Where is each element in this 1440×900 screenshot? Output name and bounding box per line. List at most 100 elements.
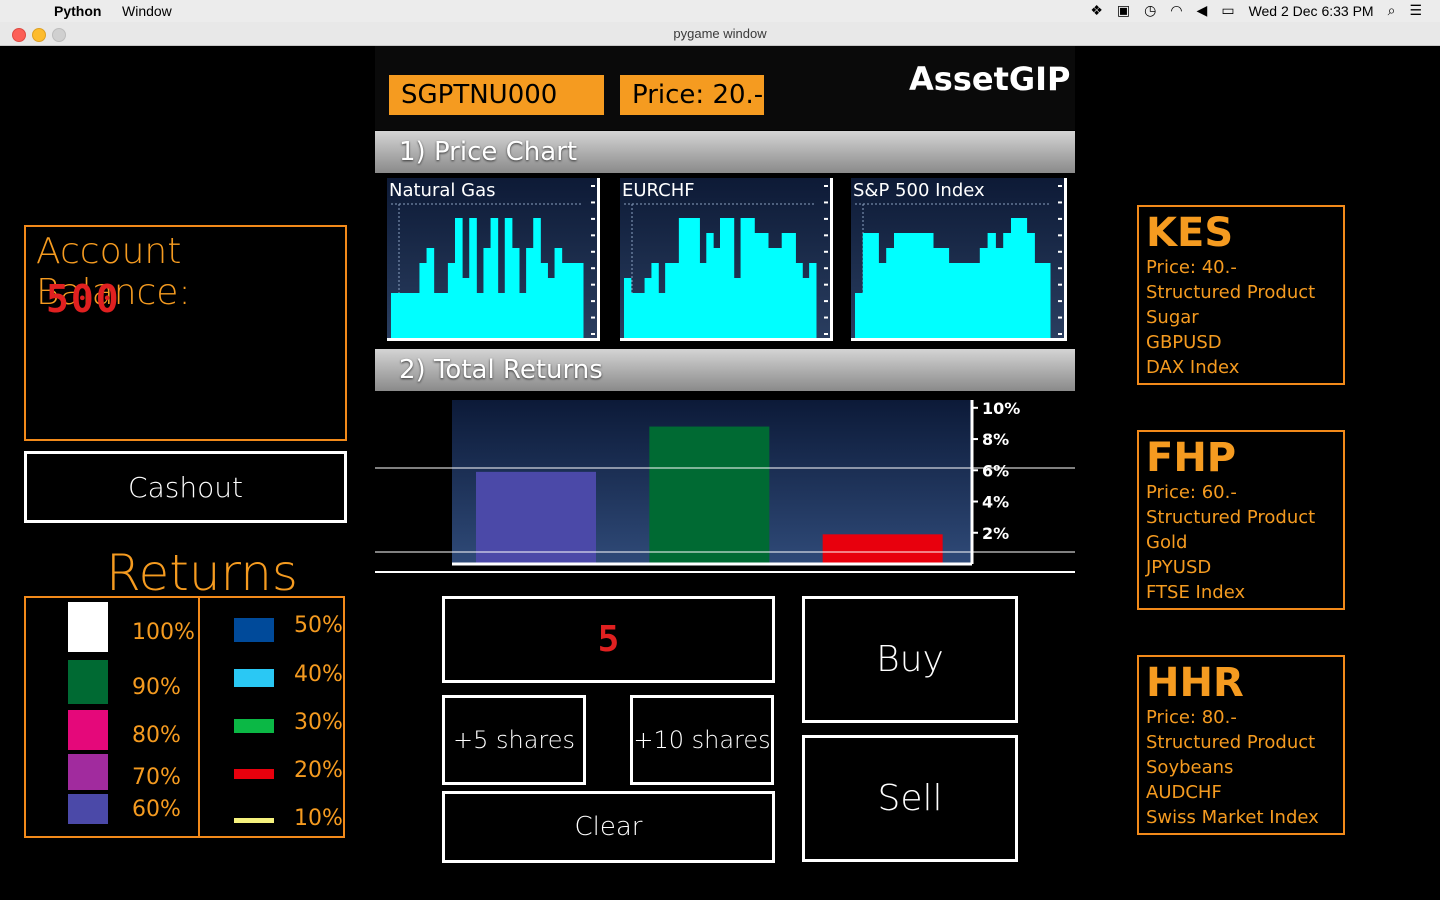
- buy-button[interactable]: Buy: [802, 596, 1018, 723]
- price-bar: [870, 233, 879, 338]
- price-bar: [678, 218, 687, 338]
- price-bar: [987, 233, 996, 338]
- legend-label: 60%: [132, 796, 181, 822]
- price-bar: [630, 293, 639, 338]
- price-bar: [483, 248, 492, 338]
- legend-swatch: [68, 710, 108, 750]
- price-bar: [795, 263, 803, 338]
- legend-item-100: 100%: [68, 602, 195, 652]
- legend-swatch: [68, 794, 108, 824]
- price-chart-sp500: S&P 500 Index: [851, 178, 1067, 341]
- asset-item: Sugar: [1146, 307, 1199, 328]
- price-bar: [398, 293, 406, 338]
- battery-icon[interactable]: ▭: [1221, 2, 1234, 19]
- asset-code: FHP: [1146, 435, 1237, 481]
- asset-card-fhp[interactable]: FHP Price: 60.- Structured Product Gold …: [1137, 430, 1345, 610]
- price-bar: [462, 278, 470, 338]
- asset-type: Structured Product: [1146, 507, 1316, 528]
- legend-item-90: 90%: [68, 660, 181, 704]
- chart-title: S&P 500 Index: [853, 180, 985, 201]
- price-bar: [909, 233, 918, 338]
- price-bar: [540, 263, 548, 338]
- price-bar: [637, 293, 646, 338]
- price-bar: [685, 218, 694, 338]
- asset-item: DAX Index: [1146, 357, 1240, 378]
- returns-bar: [822, 534, 943, 564]
- legend-swatch: [234, 718, 274, 733]
- sell-button[interactable]: Sell: [802, 735, 1018, 862]
- asset-code: HHR: [1146, 660, 1244, 706]
- minimize-window-button[interactable]: [32, 28, 46, 42]
- price-bar: [733, 278, 742, 338]
- cashout-button[interactable]: Cashout: [24, 451, 347, 523]
- asset-code: KES: [1146, 210, 1234, 256]
- natural-gas-bars: [391, 185, 595, 338]
- asset-item: GBPUSD: [1146, 332, 1222, 353]
- legend-label: 30%: [294, 710, 343, 735]
- legend-label: 40%: [294, 662, 343, 687]
- asset-item: Soybeans: [1146, 757, 1234, 778]
- price-bar: [412, 293, 420, 338]
- add-5-shares-button[interactable]: +5 shares: [442, 695, 586, 785]
- y-tick-label: 6%: [982, 461, 1009, 480]
- account-balance-value: 500: [46, 277, 121, 321]
- price-box: Price: 20.-: [620, 75, 764, 115]
- y-tick-label: 2%: [982, 524, 1009, 543]
- asset-card-kes[interactable]: KES Price: 40.- Structured Product Sugar…: [1137, 205, 1345, 385]
- price-bar: [925, 233, 934, 338]
- clear-button[interactable]: Clear: [442, 791, 775, 863]
- legend-item-30: 30%: [234, 710, 343, 735]
- price-bar: [901, 233, 911, 338]
- price-bar: [1018, 218, 1028, 338]
- legend-label: 70%: [132, 764, 181, 790]
- price-bar: [469, 218, 477, 338]
- price-bar: [781, 233, 790, 338]
- price-bar: [561, 263, 570, 338]
- returns-bar: [476, 471, 596, 564]
- menu-window[interactable]: Window: [122, 3, 172, 19]
- price-bar: [809, 263, 817, 338]
- price-bar: [440, 293, 449, 338]
- price-bar: [644, 278, 652, 338]
- asset-type: Structured Product: [1146, 282, 1316, 303]
- legend-swatch: [234, 618, 274, 642]
- price-bar: [706, 233, 714, 338]
- asset-price: Price: 40.-: [1146, 257, 1237, 278]
- legend-label: 80%: [132, 722, 181, 748]
- menu-clock[interactable]: Wed 2 Dec 6:33 PM: [1249, 3, 1374, 19]
- price-bar: [692, 218, 700, 338]
- price-bar: [761, 233, 769, 338]
- price-bar: [774, 248, 783, 338]
- price-bar: [878, 263, 887, 338]
- sync-icon[interactable]: ▣: [1117, 2, 1130, 19]
- zoom-window-button[interactable]: [52, 28, 66, 42]
- list-icon[interactable]: ☰: [1409, 2, 1422, 19]
- price-bar: [964, 263, 973, 338]
- price-bar: [405, 293, 413, 338]
- price-bar: [768, 248, 776, 338]
- wifi-icon[interactable]: ◠: [1170, 2, 1182, 19]
- legend-item-70: 70%: [68, 754, 181, 790]
- volume-icon[interactable]: ◀: [1197, 2, 1208, 19]
- total-returns-section-header: 2) Total Returns: [375, 349, 1075, 391]
- close-window-button[interactable]: [12, 28, 26, 42]
- price-chart-eurchf: EURCHF: [620, 178, 833, 341]
- price-bar: [658, 293, 666, 338]
- legend-label: 90%: [132, 674, 181, 700]
- quantity-display: 5: [442, 596, 775, 683]
- price-bar: [1003, 233, 1012, 338]
- legend-swatch: [68, 754, 108, 790]
- price-bar: [940, 248, 950, 338]
- price-chart-natural-gas: Natural Gas: [387, 178, 600, 341]
- search-icon[interactable]: ⌕: [1388, 2, 1396, 19]
- menu-app-name[interactable]: Python: [54, 3, 101, 19]
- legend-swatch: [234, 818, 274, 823]
- dropbox-icon[interactable]: ❖: [1090, 2, 1103, 19]
- time-machine-icon[interactable]: ◷: [1144, 2, 1156, 19]
- price-bar: [554, 248, 563, 338]
- legend-divider: [198, 598, 200, 838]
- add-10-shares-button[interactable]: +10 shares: [630, 695, 774, 785]
- account-balance-panel: Account Balance: 500: [24, 225, 347, 441]
- asset-item: Gold: [1146, 532, 1188, 553]
- asset-card-hhr[interactable]: HHR Price: 80.- Structured Product Soybe…: [1137, 655, 1345, 835]
